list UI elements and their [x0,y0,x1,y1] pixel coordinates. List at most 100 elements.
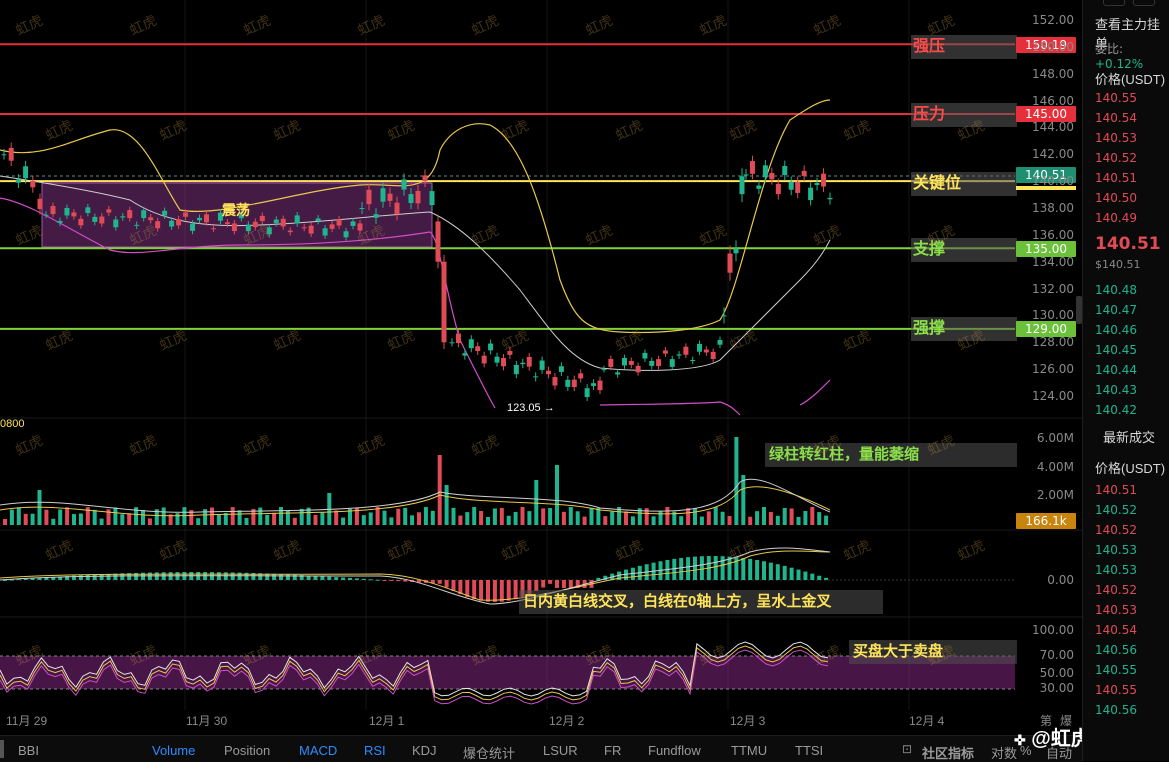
chart-area[interactable]: 强压 压力 关键位 支撑 强撑 150.19 145.00 140.51 135… [0,0,1082,735]
tab-rsi[interactable]: RSI [364,743,386,758]
candle-body [475,346,481,352]
volume-bar [817,512,822,525]
volume-bar [230,507,235,525]
candle-body [366,189,372,205]
volume-bar [699,516,704,525]
candle-body [231,223,237,232]
volume-bar [734,437,739,525]
volume-bar [368,512,373,525]
candle-body [315,218,321,222]
volume-bar [596,508,601,525]
volume-bar [555,465,559,525]
candle-body [329,224,335,229]
price-axis-label: 146.00 [1032,93,1074,108]
ask-price[interactable]: 140.50 [1095,191,1137,205]
candle-body [481,355,487,364]
candle-body [57,220,63,224]
candle-body [455,333,461,344]
volume-bar [382,510,387,525]
candle-body [401,179,407,190]
volume-bar [403,507,408,525]
bid-price[interactable]: 140.48 [1095,283,1137,297]
candle-body [8,147,14,161]
bid-price[interactable]: 140.43 [1095,383,1137,397]
candle-body [821,173,827,187]
macd-histogram-bar [548,580,553,584]
sub-axis-label: 2.00M [1036,488,1074,502]
bid-price[interactable]: 140.47 [1095,303,1137,317]
bid-price[interactable]: 140.46 [1095,323,1137,337]
sub-axis-label: 50.00 [1039,666,1074,680]
volume-bar [486,516,490,525]
ask-price[interactable]: 140.52 [1095,151,1137,165]
tab-kdj[interactable]: KDJ [412,743,437,758]
order-book-panel: 查看主力挂单 委比: +0.12% 价格(USDT) 140.55 140.54 1… [1076,0,1169,761]
volume-bar [258,507,263,525]
candle-body [635,365,641,373]
candle-body [488,343,494,351]
sub-axis-label: 70.00 [1039,648,1074,662]
tab-bbi[interactable]: BBI [18,743,39,758]
macd-histogram-bar [748,558,753,580]
macd-histogram-bar [320,576,325,580]
candle-body [141,210,147,219]
candle-body [127,210,133,219]
volume-bar [361,515,366,525]
date-label: 11月 30 [186,714,228,728]
volume-bar [265,514,270,525]
volume-bar [789,508,794,525]
volume-bar [472,507,477,525]
consolidation-label: 震荡 [222,202,250,218]
tab-fr[interactable]: FR [604,743,621,758]
ask-price[interactable]: 140.51 [1095,171,1137,185]
candle-body [513,364,519,375]
trade-price: 140.55 [1095,683,1137,697]
macd-histogram-bar [541,580,546,588]
tab-ttmu[interactable]: TTMU [731,743,767,758]
candle-body [301,227,307,229]
bid-price[interactable]: 140.42 [1095,403,1137,417]
tab-macd[interactable]: MACD [299,743,337,758]
ask-price[interactable]: 140.53 [1095,131,1137,145]
panel-scroll-handle[interactable] [1076,296,1082,324]
macd-histogram-bar [479,580,484,601]
ask-price[interactable]: 140.49 [1095,211,1137,225]
macd-histogram-bar [499,580,504,602]
tab-fundflow[interactable]: Fundflow [648,743,701,758]
level-label-strong-support: 强撑 [911,317,1017,341]
macd-histogram-bar [92,574,97,580]
candle-body [584,388,590,398]
bid-price[interactable]: 140.44 [1095,363,1137,377]
volume-bar [603,516,608,525]
tab-liquidation[interactable]: 爆仓统计 [463,743,515,762]
tab-ttsi[interactable]: TTSI [795,743,823,758]
candle-body [336,219,342,226]
volume-bar [630,516,635,525]
tab-position[interactable]: Position [224,743,270,758]
volume-bar [437,455,442,525]
tab-lsur[interactable]: LSUR [543,743,578,758]
macd-histogram-bar [375,579,380,581]
macd-histogram-bar [720,556,725,580]
volume-bar [334,510,339,525]
community-indicators-button[interactable]: 社区指标 [922,743,974,762]
macd-histogram-bar [762,561,766,580]
trades-price-header: 价格(USDT) [1095,461,1166,476]
ask-price[interactable]: 140.54 [1095,111,1137,125]
macd-histogram-bar [451,580,456,591]
macd-histogram-bar [354,578,359,580]
candle-body [710,351,716,359]
recent-trades-title[interactable]: 最新成交 [1103,427,1155,446]
candle-body [601,369,607,371]
candle-body [210,228,216,230]
bid-price[interactable]: 140.45 [1095,343,1137,357]
ask-price[interactable]: 140.55 [1095,91,1137,105]
price-axis-label: 130.00 [1032,308,1074,323]
macd-histogram-bar [817,575,822,580]
volume-bar [741,475,746,525]
indicator-settings-icon[interactable]: ⊡ [902,742,912,756]
bar-marker-icon [0,740,4,758]
candle-body [697,343,703,352]
tab-volume[interactable]: Volume [152,743,195,758]
volume-bar [775,515,780,525]
